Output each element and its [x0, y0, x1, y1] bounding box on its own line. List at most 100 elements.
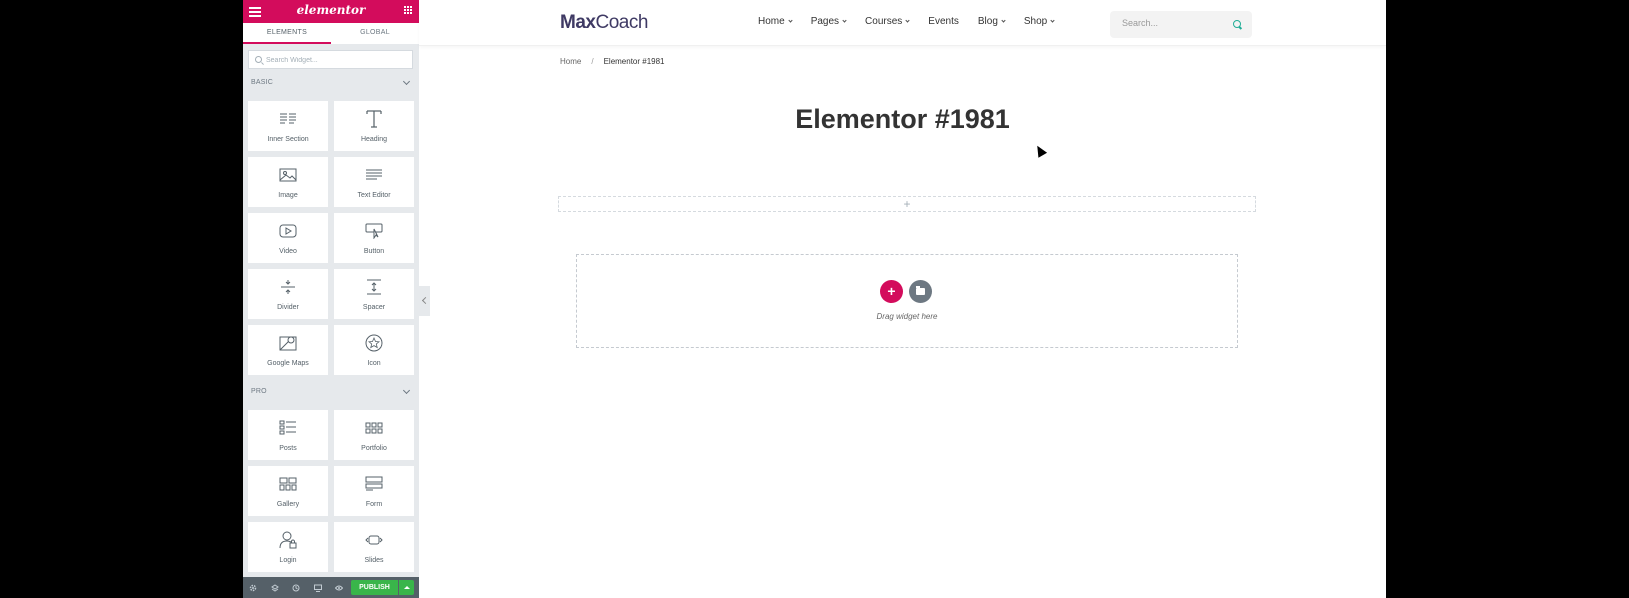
widget-label: Button: [363, 248, 385, 255]
add-section-bar[interactable]: +: [558, 196, 1256, 212]
gallery-icon: [248, 475, 328, 493]
navigator-layers-icon[interactable]: [271, 584, 279, 592]
widget-inner-section[interactable]: Inner Section: [248, 101, 328, 151]
settings-gear-icon[interactable]: [249, 584, 257, 592]
divider-icon: [248, 278, 328, 296]
responsive-desktop-icon[interactable]: [314, 584, 322, 592]
widget-label: Text Editor: [357, 192, 391, 199]
widget-slides[interactable]: Slides: [334, 522, 414, 572]
logo-light: Coach: [595, 12, 648, 33]
columns-icon: [248, 110, 328, 128]
panel-collapse-toggle[interactable]: [419, 286, 430, 316]
elementor-panel: elementor ELEMENTS GLOBAL BASIC Inner Se…: [243, 0, 419, 598]
panel-tabs: ELEMENTS GLOBAL: [243, 23, 419, 44]
category-basic-title: BASIC: [251, 79, 274, 86]
widget-google-maps[interactable]: Google Maps: [248, 325, 328, 375]
nav-label: Pages: [810, 16, 840, 27]
image-icon: [248, 166, 328, 184]
map-icon: [248, 334, 328, 352]
widget-divider[interactable]: Divider: [248, 269, 328, 319]
slides-icon: [334, 531, 414, 549]
chevron-down-icon: [1050, 18, 1055, 23]
breadcrumb-home[interactable]: Home: [560, 57, 581, 66]
nav-label: Blog: [977, 16, 998, 27]
nav-item-events[interactable]: Events: [928, 16, 959, 27]
login-icon: [248, 531, 328, 549]
nav-label: Home: [758, 16, 785, 27]
widget-text-editor[interactable]: Text Editor: [334, 157, 414, 207]
pro-widgets: Posts Portfolio Gallery Form Login Slide…: [248, 410, 414, 572]
widget-label: Gallery: [276, 501, 300, 508]
widget-heading[interactable]: Heading: [334, 101, 414, 151]
text-editor-icon: [334, 166, 414, 184]
nav-item-courses[interactable]: Courses: [865, 16, 910, 27]
widget-label: Icon: [367, 360, 381, 367]
add-template-button[interactable]: [909, 280, 932, 303]
chevron-down-icon: [788, 18, 793, 23]
widget-posts[interactable]: Posts: [248, 410, 328, 460]
widget-spacer[interactable]: Spacer: [334, 269, 414, 319]
widget-search: [248, 50, 413, 69]
chevron-down-icon: [402, 77, 411, 86]
plus-icon: +: [903, 197, 911, 211]
widget-form[interactable]: Form: [334, 466, 414, 516]
video-icon: [248, 222, 328, 240]
drop-zone-text: Drag widget here: [876, 312, 938, 321]
publish-button[interactable]: PUBLISH: [351, 580, 398, 595]
widget-search-input[interactable]: [266, 53, 406, 67]
widget-portfolio[interactable]: Portfolio: [334, 410, 414, 460]
star-icon: [334, 334, 414, 352]
history-icon[interactable]: [292, 584, 300, 592]
nav-item-blog[interactable]: Blog: [977, 16, 1006, 27]
search-icon: [255, 56, 262, 63]
widget-video[interactable]: Video: [248, 213, 328, 263]
site-search-input[interactable]: [1122, 18, 1222, 28]
empty-section-drop-zone[interactable]: + Drag widget here: [576, 254, 1238, 348]
preview-eye-icon[interactable]: [335, 584, 343, 592]
widgets-grid-icon[interactable]: [404, 6, 413, 15]
publish-options-arrow-icon[interactable]: [399, 580, 414, 595]
chevron-down-icon: [905, 18, 910, 23]
widget-label: Portfolio: [361, 445, 387, 452]
widget-label: Form: [365, 501, 383, 508]
folder-icon: [916, 286, 925, 295]
widget-label: Divider: [277, 304, 299, 311]
nav-label: Events: [928, 16, 959, 27]
panel-footer: PUBLISH: [243, 577, 419, 598]
site-header: MaxCoach Home Pages Courses Events Blog …: [419, 0, 1386, 46]
widget-label: Heading: [360, 136, 388, 143]
nav-item-shop[interactable]: Shop: [1024, 16, 1055, 27]
widget-label: Google Maps: [267, 360, 309, 367]
tab-global[interactable]: GLOBAL: [331, 23, 419, 44]
widget-icon[interactable]: Icon: [334, 325, 414, 375]
widget-label: Login: [279, 557, 297, 564]
widget-login[interactable]: Login: [248, 522, 328, 572]
widget-label: Spacer: [362, 304, 386, 311]
category-pro-header[interactable]: PRO: [251, 386, 411, 395]
nav-item-pages[interactable]: Pages: [810, 16, 847, 27]
site-logo[interactable]: MaxCoach: [560, 12, 648, 34]
main-nav: Home Pages Courses Events Blog Shop: [758, 16, 1073, 27]
portfolio-icon: [334, 419, 414, 437]
widget-gallery[interactable]: Gallery: [248, 466, 328, 516]
button-icon: [334, 222, 414, 240]
add-new-section-button[interactable]: +: [880, 280, 903, 303]
elementor-logo: elementor: [296, 3, 366, 17]
widget-image[interactable]: Image: [248, 157, 328, 207]
tab-elements[interactable]: ELEMENTS: [243, 23, 331, 44]
search-icon[interactable]: [1233, 20, 1241, 28]
breadcrumb: Home / Elementor #1981: [560, 57, 665, 66]
category-basic-header[interactable]: BASIC: [251, 77, 411, 86]
widget-button[interactable]: Button: [334, 213, 414, 263]
breadcrumb-separator: /: [591, 57, 594, 66]
nav-item-home[interactable]: Home: [758, 16, 793, 27]
widget-label: Image: [278, 192, 298, 199]
widget-label: Inner Section: [267, 136, 309, 143]
basic-widgets: Inner Section Heading Image Text Editor …: [248, 101, 414, 375]
widget-label: Posts: [279, 445, 297, 452]
widget-label: Video: [279, 248, 297, 255]
category-pro-title: PRO: [251, 388, 267, 395]
form-icon: [334, 475, 414, 493]
preview-canvas: MaxCoach Home Pages Courses Events Blog …: [419, 0, 1386, 598]
panel-header: elementor: [243, 0, 419, 23]
